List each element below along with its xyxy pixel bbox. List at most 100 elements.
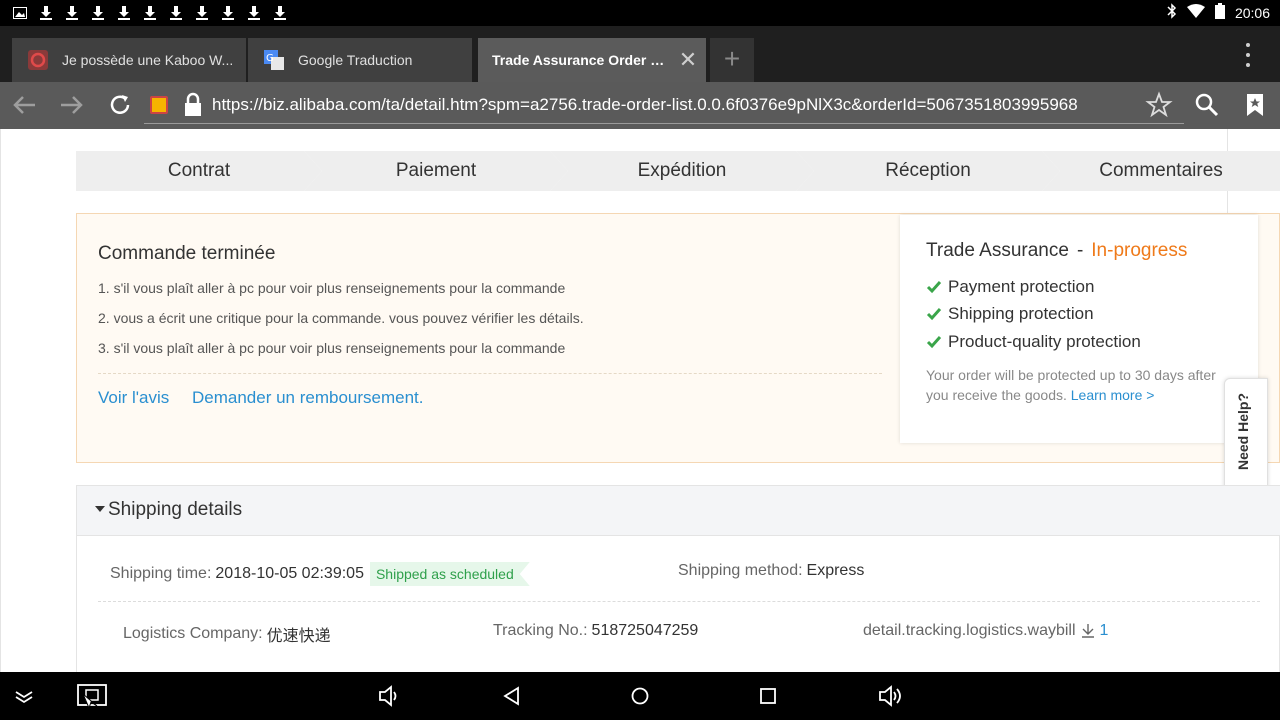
protection-description: Your order will be protected up to 30 da… <box>926 365 1242 405</box>
site-favicon-icon <box>150 96 168 114</box>
bookmark-star-button[interactable] <box>1144 90 1176 122</box>
home-nav-button[interactable] <box>626 682 656 710</box>
reload-icon <box>110 95 130 114</box>
download-icon <box>114 3 134 23</box>
shipped-status-badge: Shipped as scheduled <box>370 562 530 586</box>
shipping-time-label: Shipping time: <box>110 565 212 582</box>
step-commentaires: Commentaires <box>1042 151 1280 191</box>
bookmarks-button[interactable] <box>1240 90 1272 122</box>
check-icon <box>926 281 942 294</box>
tab-trade-assurance[interactable]: Trade Assurance Order D... ✕ <box>478 38 706 82</box>
menu-overflow-icon[interactable] <box>1238 40 1258 70</box>
chevron-down-icon <box>15 691 33 704</box>
hide-bar-button[interactable] <box>10 682 40 710</box>
download-icon <box>166 3 186 23</box>
shipping-details-header[interactable]: Shipping details <box>77 486 1280 536</box>
download-icon <box>88 3 108 23</box>
protection-item: Shipping protection <box>926 304 1094 324</box>
shipping-method: Shipping method: Express <box>678 562 864 580</box>
waybill-label: detail.tracking.logistics.waybill <box>863 622 1076 639</box>
learn-more-link[interactable]: Learn more > <box>1071 387 1155 403</box>
protection-label: Payment protection <box>948 277 1095 296</box>
tab-strip: Je possède une Kaboo W... G Google Tradu… <box>0 26 1280 82</box>
shipping-details-section: Shipping details Shipping time: 2018-10-… <box>76 485 1280 672</box>
trade-assurance-card: Trade Assurance - In-progress Payment prot… <box>900 215 1258 443</box>
shipping-time: Shipping time: 2018-10-05 02:39:05 Shipp… <box>110 562 530 586</box>
download-icon <box>270 3 290 23</box>
step-paiement: Paiement <box>304 151 568 191</box>
clock-time: 20:06 <box>1234 4 1270 21</box>
new-tab-button[interactable]: + <box>710 38 754 82</box>
volume-down-button[interactable] <box>375 682 405 710</box>
download-icon <box>36 3 56 23</box>
screenshot-icon <box>77 684 107 710</box>
forward-button[interactable] <box>56 90 88 122</box>
url-text[interactable]: https://biz.alibaba.com/ta/detail.htm?sp… <box>212 95 1137 115</box>
shipping-time-value: 2018-10-05 02:39:05 <box>215 565 364 582</box>
order-progress-steps: Contrat Paiement Expédition Réception Co… <box>76 151 1280 191</box>
divider <box>98 373 882 374</box>
forward-arrow-icon <box>61 96 83 114</box>
tab-kaboo[interactable]: Je possède une Kaboo W... <box>12 38 246 82</box>
step-expedition: Expédition <box>550 151 814 191</box>
web-page: Contrat Paiement Expédition Réception Co… <box>0 129 1280 672</box>
tab-label: Google Traduction <box>298 52 413 68</box>
image-icon <box>10 3 30 23</box>
logistics-company: Logistics Company: 优速快递 <box>123 622 331 646</box>
search-icon <box>1195 93 1219 117</box>
bookmark-icon <box>1247 94 1263 116</box>
waybill-count-link[interactable]: 1 <box>1100 622 1109 640</box>
volume-down-icon <box>379 685 397 707</box>
download-icon <box>140 3 160 23</box>
lock-icon[interactable] <box>182 92 204 118</box>
protection-label: Shipping protection <box>948 304 1094 323</box>
tab-google-traduction[interactable]: G Google Traduction <box>248 38 472 82</box>
opera-icon <box>28 50 48 70</box>
order-note: 2. vous a écrit une critique pour la com… <box>98 310 584 326</box>
order-note: 3. s'il vous plaît aller à pc pour voir … <box>98 340 566 356</box>
tracking-number-value: 518725047259 <box>591 622 699 639</box>
check-icon <box>926 308 942 321</box>
download-icon[interactable] <box>1080 623 1096 639</box>
status-badge: In-progress <box>1091 240 1188 261</box>
view-review-link[interactable]: Voir l'avis <box>98 388 169 408</box>
caret-down-icon <box>95 506 105 512</box>
back-triangle-icon <box>503 686 519 706</box>
svg-text:G: G <box>266 53 274 64</box>
star-icon <box>1145 91 1173 118</box>
back-nav-button[interactable] <box>498 682 528 710</box>
address-bar[interactable]: https://biz.alibaba.com/ta/detail.htm?sp… <box>144 88 1184 124</box>
trade-assurance-header: Trade Assurance - In-progress <box>926 240 1187 262</box>
shipping-method-value: Express <box>806 562 865 579</box>
tab-close-icon[interactable]: ✕ <box>670 47 706 73</box>
recents-nav-button[interactable] <box>754 682 784 710</box>
protection-item: Product-quality protection <box>926 332 1141 352</box>
back-arrow-icon <box>13 96 35 114</box>
tab-label: Je possède une Kaboo W... <box>62 52 234 68</box>
google-translate-icon: G <box>264 50 284 70</box>
status-bar: 20:06 <box>0 0 1280 26</box>
download-icon <box>192 3 212 23</box>
bluetooth-icon <box>1167 3 1177 22</box>
notification-icons <box>10 3 290 23</box>
volume-up-button[interactable] <box>877 682 907 710</box>
shipping-method-label: Shipping method: <box>678 562 803 579</box>
recents-square-icon <box>760 688 776 704</box>
reload-button[interactable] <box>104 90 136 122</box>
section-title: Shipping details <box>108 499 243 520</box>
download-icon <box>244 3 264 23</box>
system-nav-bar <box>0 672 1280 720</box>
order-note: 1. s'il vous plaît aller à pc pour voir … <box>98 280 566 296</box>
step-contrat: Contrat <box>76 151 322 191</box>
protection-item: Payment protection <box>926 277 1094 297</box>
search-button[interactable] <box>1192 90 1224 122</box>
order-status-title: Commande terminée <box>98 243 276 264</box>
divider <box>98 601 1260 602</box>
need-help-label: Need Help? <box>1235 393 1251 471</box>
tracking-number: Tracking No.: 518725047259 <box>493 622 698 640</box>
tab-label: Trade Assurance Order D... <box>492 52 670 68</box>
wifi-icon <box>1186 4 1205 21</box>
request-refund-link[interactable]: Demander un remboursement. <box>192 388 424 408</box>
back-button[interactable] <box>8 90 40 122</box>
screenshot-button[interactable] <box>77 682 107 710</box>
